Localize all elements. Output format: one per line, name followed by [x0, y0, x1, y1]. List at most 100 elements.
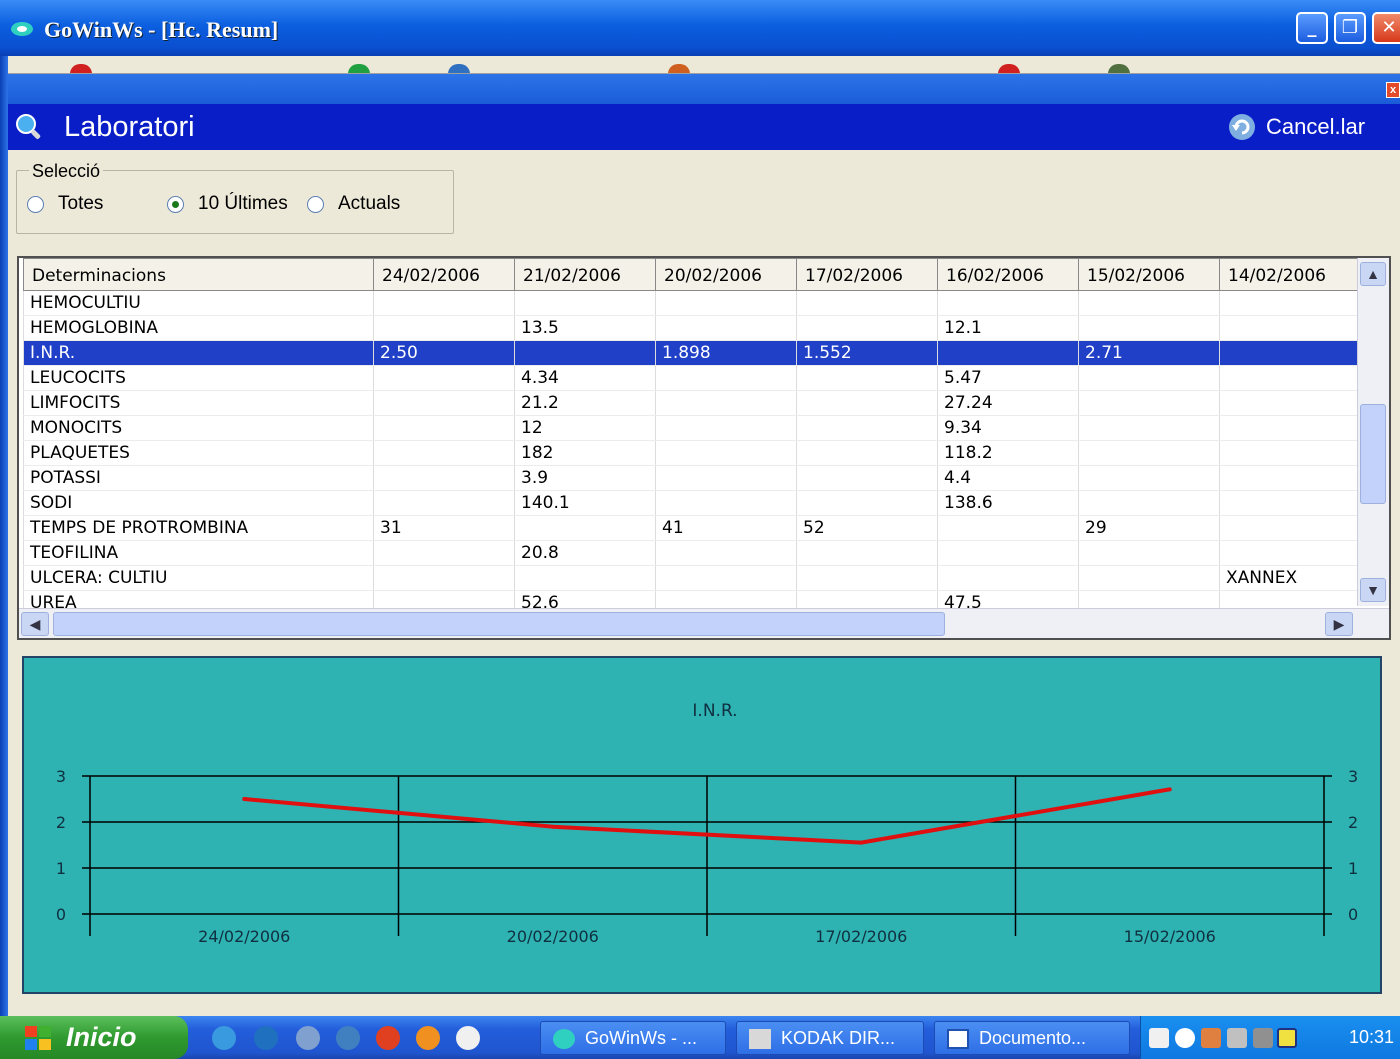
result-cell — [514, 565, 656, 591]
column-header-date[interactable]: 15/02/2006 — [1078, 258, 1220, 291]
toolbar-icon[interactable] — [998, 64, 1020, 73]
scroll-up-arrow-icon[interactable]: ▲ — [1360, 262, 1386, 286]
app-tray-icon[interactable] — [1277, 1028, 1297, 1048]
task-label: Documento... — [979, 1027, 1087, 1048]
column-header-date[interactable]: 20/02/2006 — [655, 258, 797, 291]
y-tick-label-right: 0 — [1348, 905, 1358, 924]
table-row[interactable]: MONOCITS 12 9.34 — [23, 415, 1360, 441]
radio-actuals[interactable]: Actuals — [307, 193, 400, 215]
search-icon[interactable] — [336, 1026, 360, 1050]
result-cell: 20.8 — [514, 540, 656, 566]
tray-chevron-icon[interactable] — [1175, 1028, 1195, 1048]
table-row[interactable]: I.N.R. 2.50 1.898 1.552 2.71 — [23, 340, 1360, 366]
result-cell: 9.34 — [937, 415, 1079, 441]
media-icon[interactable] — [296, 1026, 320, 1050]
result-cell — [796, 390, 938, 416]
result-cell: 21.2 — [514, 390, 656, 416]
results-grid[interactable]: Determinacions 24/02/2006 21/02/2006 20/02/… — [17, 256, 1391, 640]
column-header-date[interactable]: 24/02/2006 — [373, 258, 515, 291]
player-icon[interactable] — [456, 1026, 480, 1050]
task-kodak[interactable]: KODAK DIR... — [736, 1021, 924, 1055]
start-label: Inicio — [66, 1022, 137, 1052]
java-icon[interactable] — [1201, 1028, 1221, 1048]
table-row[interactable]: TEOFILINA 20.8 — [23, 540, 1360, 566]
result-cell: XANNEX — [1219, 565, 1360, 591]
result-cell — [1078, 565, 1220, 591]
result-cell — [655, 440, 797, 466]
result-cell — [796, 365, 938, 391]
result-cell: 12 — [514, 415, 656, 441]
result-cell: 1.898 — [655, 340, 797, 366]
close-button[interactable]: ✕ — [1372, 12, 1400, 44]
table-header: Determinacions 24/02/2006 21/02/2006 20/02/… — [23, 258, 1360, 291]
result-cell — [655, 565, 797, 591]
child-close-button[interactable]: x — [1386, 82, 1400, 98]
toolbar-icon[interactable] — [668, 64, 690, 73]
horizontal-scrollbar[interactable]: ◀ ▶ — [19, 608, 1389, 638]
network-icon[interactable] — [1227, 1028, 1247, 1048]
toolbar-icon[interactable] — [448, 64, 470, 73]
desktop-icon[interactable] — [254, 1026, 278, 1050]
horizontal-scroll-thumb[interactable] — [53, 612, 945, 636]
vertical-scrollbar[interactable]: ▲ ▼ — [1357, 258, 1389, 606]
column-header-date[interactable]: 14/02/2006 — [1219, 258, 1360, 291]
x-tick-label: 24/02/2006 — [198, 927, 290, 946]
column-header-date[interactable]: 17/02/2006 — [796, 258, 938, 291]
clock: 10:31 — [1348, 1027, 1394, 1047]
result-cell — [1219, 315, 1360, 341]
restore-button[interactable]: ❐ — [1334, 12, 1366, 44]
scroll-left-arrow-icon[interactable]: ◀ — [21, 612, 49, 636]
data-point — [859, 840, 864, 845]
radio-totes[interactable]: Totes — [27, 193, 103, 215]
result-cell — [1219, 415, 1360, 441]
toolbar — [8, 56, 1400, 74]
windows-flag-icon — [25, 1026, 51, 1050]
result-cell: 29 — [1078, 515, 1220, 541]
result-cell — [373, 440, 515, 466]
result-cell — [1078, 440, 1220, 466]
result-cell — [655, 490, 797, 516]
table-row[interactable]: LEUCOCITS 4.34 5.47 — [23, 365, 1360, 391]
column-header-determinacions[interactable]: Determinacions — [23, 258, 374, 291]
result-cell: 4.34 — [514, 365, 656, 391]
minimize-button[interactable]: _ — [1296, 12, 1328, 44]
table-row[interactable]: HEMOGLOBINA 13.5 12.1 — [23, 315, 1360, 341]
system-tray: 10:31 — [1140, 1016, 1400, 1059]
cancel-button[interactable]: Cancel.lar — [1228, 112, 1365, 142]
y-tick-label-right: 2 — [1348, 813, 1358, 832]
column-header-date[interactable]: 21/02/2006 — [514, 258, 656, 291]
firefox-icon[interactable] — [416, 1026, 440, 1050]
result-cell — [373, 490, 515, 516]
scroll-right-arrow-icon[interactable]: ▶ — [1325, 612, 1353, 636]
toolbar-icon[interactable] — [70, 64, 92, 73]
ie-icon[interactable] — [212, 1026, 236, 1050]
toolbar-icon[interactable] — [348, 64, 370, 73]
chrome-like-icon[interactable] — [376, 1026, 400, 1050]
row-label: SODI — [23, 490, 374, 516]
help-icon[interactable] — [1149, 1028, 1169, 1048]
result-cell — [1219, 290, 1360, 316]
table-row[interactable]: HEMOCULTIU — [23, 290, 1360, 316]
table-row[interactable]: LIMFOCITS 21.2 27.24 — [23, 390, 1360, 416]
radio-10-ultimes[interactable]: 10 Últimes — [167, 193, 288, 215]
table-row[interactable]: SODI 140.1 138.6 — [23, 490, 1360, 516]
volume-icon[interactable] — [1253, 1028, 1273, 1048]
start-button[interactable]: Inicio — [0, 1016, 188, 1059]
result-cell — [373, 290, 515, 316]
task-gowinws[interactable]: GoWinWs - ... — [540, 1021, 726, 1055]
table-row[interactable]: POTASSI 3.9 4.4 — [23, 465, 1360, 491]
child-window-titlebar: x — [8, 74, 1400, 104]
result-cell — [1078, 540, 1220, 566]
row-label: PLAQUETES — [23, 440, 374, 466]
table-row[interactable]: PLAQUETES 182 118.2 — [23, 440, 1360, 466]
vertical-scroll-thumb[interactable] — [1360, 404, 1386, 504]
scroll-down-arrow-icon[interactable]: ▼ — [1360, 578, 1386, 602]
table-row[interactable]: TEMPS DE PROTROMBINA 31 41 52 29 — [23, 515, 1360, 541]
result-cell: 13.5 — [514, 315, 656, 341]
table-row[interactable]: ULCERA: CULTIU XANNEX — [23, 565, 1360, 591]
toolbar-icon[interactable] — [1108, 64, 1130, 73]
task-documento[interactable]: Documento... — [934, 1021, 1130, 1055]
result-cell — [937, 290, 1079, 316]
column-header-date[interactable]: 16/02/2006 — [937, 258, 1079, 291]
app-icon — [11, 22, 33, 36]
